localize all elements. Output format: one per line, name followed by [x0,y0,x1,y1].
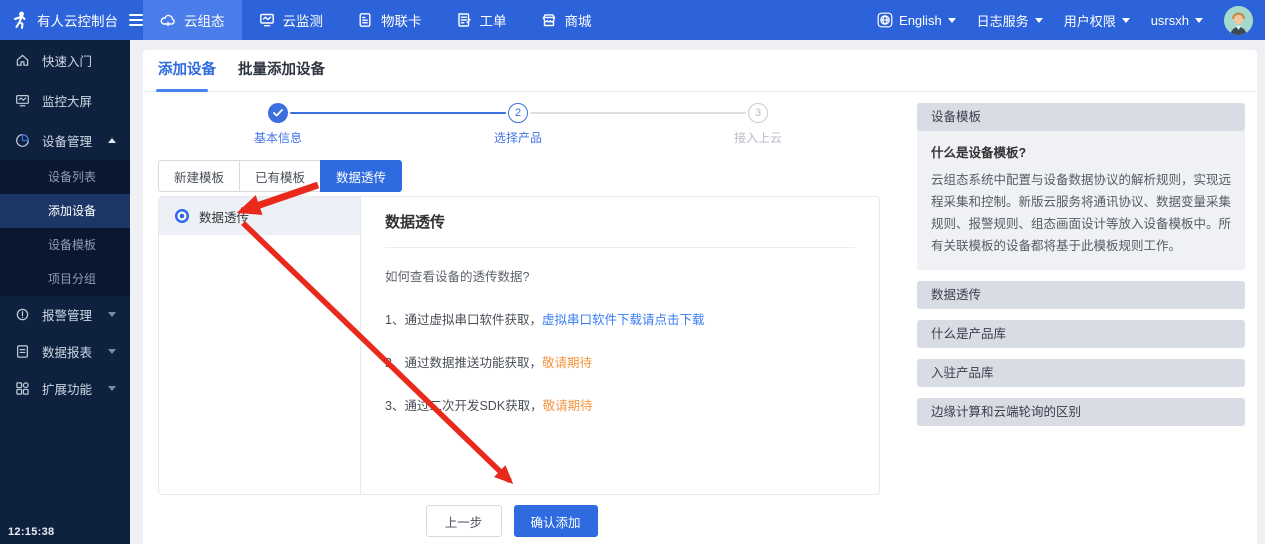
chevron-down-icon [1195,18,1203,23]
chevron-down-icon [1035,18,1043,23]
sidebar-item-add-device[interactable]: 添加设备 [0,194,130,228]
apps-icon [14,381,30,397]
cloud-monitor-icon [259,12,275,28]
page-tabs: 添加设备 批量添加设备 [143,50,1257,92]
help-section-join-product-library[interactable]: 入驻产品库 [917,359,1245,387]
passthrough-option-list: 数据透传 [159,197,361,494]
sidebar-item-alarm-management[interactable]: 报警管理 [0,296,130,333]
coming-soon-label: 敬请期待 [542,356,592,370]
sidebar-item-data-report[interactable]: 数据报表 [0,333,130,370]
passthrough-panel: 数据透传 数据透传 如何查看设备的透传数据? 1、通过虚拟串口软件获取，虚拟串口… [158,196,880,495]
step-3-label: 接入上云 [698,129,818,146]
help-question: 什么是设备模板? [931,142,1231,161]
detail-item-1: 1、通过虚拟串口软件获取，虚拟串口软件下载请点击下载 [385,309,855,328]
check-icon [273,109,283,117]
chevron-down-icon [108,312,116,317]
left-sidebar: 快速入门 监控大屏 设备管理 设备列表 添加设备 设备模板 项目分组 [0,40,130,544]
chevron-down-icon [108,349,116,354]
nav-item-cloud-scada[interactable]: 云组态 [143,0,242,40]
passthrough-radio-row[interactable]: 数据透传 [159,197,360,235]
sidebar-item-device-template[interactable]: 设备模板 [0,228,130,262]
nav-item-mall[interactable]: 商城 [524,0,609,40]
detail-title: 数据透传 [385,211,855,232]
step-2-label: 选择产品 [458,129,578,146]
template-type-group: 新建模板 已有模板 数据透传 [158,160,402,192]
language-dropdown[interactable]: English [877,12,956,28]
app-title: 有人云控制台 [37,10,118,30]
radio-selected-icon[interactable] [175,209,189,223]
logo-area: 有人云控制台 [0,10,143,30]
detail-item-2: 2、通过数据推送功能获取，敬请期待 [385,352,855,371]
avatar[interactable] [1224,6,1253,35]
top-navbar: 有人云控制台 云组态 云监测 [0,0,1265,40]
step-1-indicator [268,103,288,123]
help-section-data-passthrough[interactable]: 数据透传 [917,281,1245,309]
alarm-icon [14,307,30,323]
chevron-down-icon [108,386,116,391]
sidebar-item-project-group[interactable]: 项目分组 [0,262,130,296]
new-template-button[interactable]: 新建模板 [158,160,240,192]
help-section-what-is-product-library[interactable]: 什么是产品库 [917,320,1245,348]
mall-icon [541,12,557,28]
user-permission-dropdown[interactable]: 用户权限 [1064,11,1130,30]
previous-step-button[interactable]: 上一步 [426,505,502,537]
help-section-device-template[interactable]: 设备模板 [917,103,1245,131]
screen-icon [14,92,30,108]
passthrough-detail: 数据透传 如何查看设备的透传数据? 1、通过虚拟串口软件获取，虚拟串口软件下载请… [361,197,879,494]
nav-item-work-order[interactable]: 工单 [439,0,524,40]
chevron-down-icon [948,18,956,23]
download-link[interactable]: 虚拟串口软件下载请点击下载 [542,313,705,327]
detail-question: 如何查看设备的透传数据? [385,266,855,285]
help-section-edge-vs-cloud-polling[interactable]: 边缘计算和云端轮询的区别 [917,398,1245,426]
nav-item-iot-sim[interactable]: 物联卡 [340,0,439,40]
report-icon [14,344,30,360]
home-icon [14,52,30,68]
sidebar-item-device-list[interactable]: 设备列表 [0,160,130,194]
confirm-add-button[interactable]: 确认添加 [514,505,598,537]
sidebar-item-quick-start[interactable]: 快速入门 [0,40,130,80]
sidebar-item-device-management[interactable]: 设备管理 [0,120,130,160]
sidebar-item-extensions[interactable]: 扩展功能 [0,370,130,407]
chevron-up-icon [108,138,116,143]
device-pie-icon [14,132,30,148]
help-accordion: 设备模板 什么是设备模板? 云组态系统中配置与设备数据协议的解析规则，实现远程采… [917,103,1245,426]
data-passthrough-button[interactable]: 数据透传 [320,160,402,192]
coming-soon-label: 敬请期待 [543,399,593,413]
work-order-icon [456,12,472,28]
wizard-stepper: 2 3 基本信息 选择产品 接入上云 [143,98,903,144]
step-1-label: 基本信息 [218,129,338,146]
sidebar-clock: 12:15:38 [8,526,54,538]
tab-add-device[interactable]: 添加设备 [158,50,216,92]
divider [385,247,855,248]
brand-person-icon [10,10,30,30]
log-service-dropdown[interactable]: 日志服务 [977,11,1043,30]
step-2-indicator: 2 [508,103,528,123]
detail-item-3: 3、通过二次开发SDK获取，敬请期待 [385,395,855,414]
help-section-body: 什么是设备模板? 云组态系统中配置与设备数据协议的解析规则，实现远程采集和控制。… [917,131,1245,270]
existing-template-button[interactable]: 已有模板 [239,160,321,192]
wizard-footer: 上一步 确认添加 [143,505,880,537]
device-management-submenu: 设备列表 添加设备 设备模板 项目分组 [0,160,130,296]
step-connector-pending [530,112,746,114]
hamburger-menu-icon[interactable] [129,14,143,26]
main-content-card: 添加设备 批量添加设备 2 3 基本信息 选择产品 接入上云 新建模板 已有模板… [143,50,1257,544]
username-dropdown[interactable]: usrsxh [1151,13,1203,28]
chevron-down-icon [1122,18,1130,23]
navbar-right: English 日志服务 用户权限 usrsxh [877,6,1265,35]
primary-nav: 云组态 云监测 物联卡 [143,0,609,40]
step-3-indicator: 3 [748,103,768,123]
cloud-scada-icon [160,12,176,28]
tab-batch-add-device[interactable]: 批量添加设备 [238,50,325,92]
nav-item-cloud-monitor[interactable]: 云监测 [242,0,341,40]
iot-sim-icon [357,12,373,28]
globe-icon [877,12,893,28]
sidebar-item-monitor-screen[interactable]: 监控大屏 [0,80,130,120]
step-connector-done [290,112,506,114]
help-paragraph: 云组态系统中配置与设备数据协议的解析规则，实现远程采集和控制。新版云服务将通讯协… [931,169,1231,257]
